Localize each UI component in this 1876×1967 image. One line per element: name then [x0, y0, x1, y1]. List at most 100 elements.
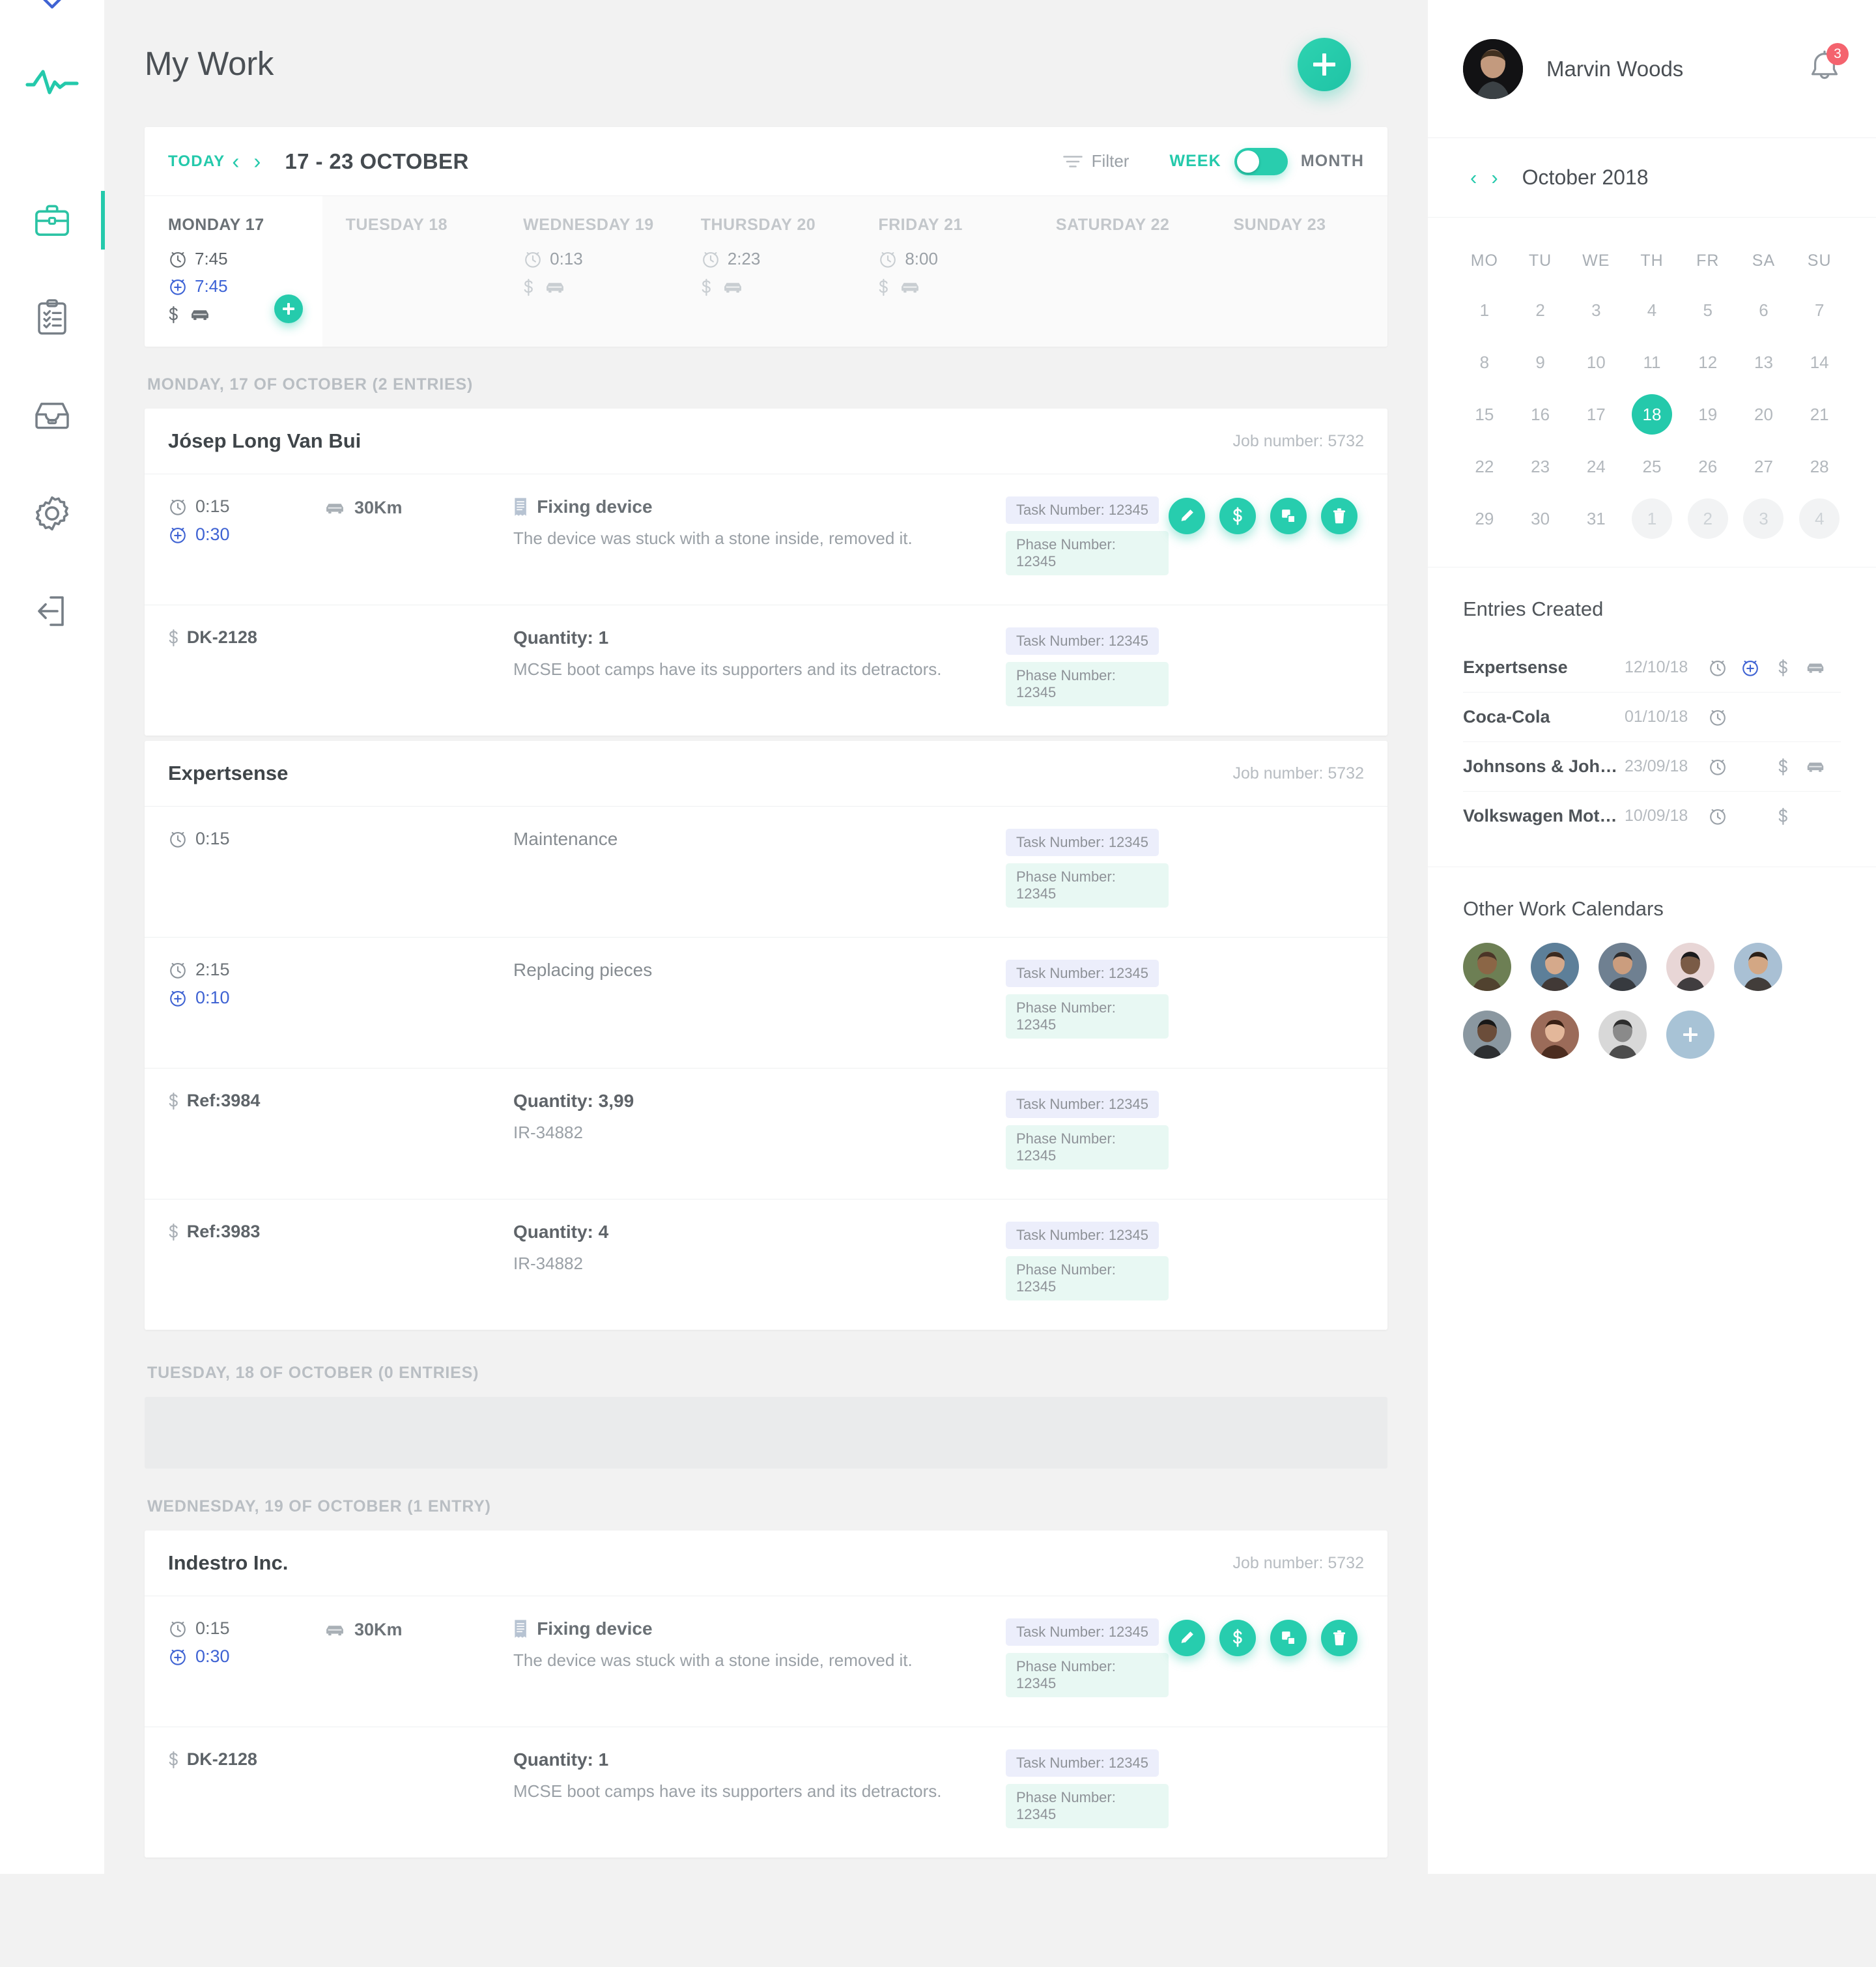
month-option[interactable]: MONTH: [1301, 152, 1364, 171]
entry-row[interactable]: Ref:3983 Quantity: 4 IR-34882 Task Number: …: [145, 1199, 1387, 1330]
calendar-day[interactable]: 3: [1743, 498, 1784, 539]
work-calendar-avatar[interactable]: [1463, 943, 1511, 991]
job-card-header: Expertsense Job number: 5732: [145, 741, 1387, 807]
trash-button[interactable]: [1321, 1620, 1357, 1656]
calendar-day[interactable]: 4: [1632, 290, 1672, 330]
calendar-day[interactable]: 4: [1799, 498, 1840, 539]
work-calendar-avatar[interactable]: [1734, 943, 1782, 991]
copy-button[interactable]: [1270, 1620, 1307, 1656]
calendar-day[interactable]: 13: [1743, 342, 1784, 382]
calendar-cell: 13: [1736, 336, 1792, 388]
filter-label: Filter: [1091, 151, 1130, 171]
calendar-day[interactable]: 12: [1688, 342, 1728, 382]
notifications-button[interactable]: 3: [1808, 43, 1849, 88]
dollar-button[interactable]: [1219, 498, 1256, 534]
entry-row[interactable]: Ref:3984 Quantity: 3,99 IR-34882 Task Numbe…: [145, 1069, 1387, 1199]
filter-button[interactable]: Filter: [1062, 151, 1130, 171]
entry-title: Maintenance: [513, 829, 618, 849]
entry-created-row[interactable]: Coca-Cola 01/10/18: [1463, 693, 1841, 742]
calendar-prev-button[interactable]: ‹: [1463, 166, 1484, 190]
calendar-day[interactable]: 5: [1688, 290, 1728, 330]
entry-created-row[interactable]: Expertsense 12/10/18: [1463, 643, 1841, 693]
calendar-day[interactable]: 18: [1632, 394, 1673, 435]
entry-created-row[interactable]: Volkswagen Motors 10/09/18: [1463, 792, 1841, 840]
entry-created-row[interactable]: Johnsons & Johns… 23/09/18: [1463, 742, 1841, 792]
entry-created-icons: [1708, 757, 1825, 777]
calendar-next-button[interactable]: ›: [1484, 166, 1505, 190]
entry-row[interactable]: 0:15 0:30 30Km Fixing device The device was …: [145, 474, 1387, 605]
week-day-add-button[interactable]: [274, 294, 303, 323]
week-day-cell[interactable]: TUESDAY 18: [322, 196, 500, 347]
calendar-day[interactable]: 20: [1743, 394, 1784, 435]
week-month-toggle[interactable]: [1234, 147, 1288, 175]
calendar-day[interactable]: 2: [1520, 290, 1561, 330]
calendar-day[interactable]: 7: [1799, 290, 1840, 330]
next-week-button[interactable]: ›: [246, 151, 268, 172]
calendar-day[interactable]: 3: [1576, 290, 1616, 330]
calendar-day[interactable]: 31: [1576, 498, 1616, 539]
entry-row[interactable]: 0:15 Maintenance Task Number: 12345 Phase N…: [145, 807, 1387, 938]
week-day-time: 7:45: [168, 249, 299, 269]
calendar-day[interactable]: 8: [1464, 342, 1505, 382]
week-day-cell[interactable]: WEDNESDAY 19 0:13: [500, 196, 677, 347]
calendar-dow-row: MO TU WE TH FR SA SU: [1457, 237, 1847, 284]
calendar-day[interactable]: 15: [1464, 394, 1505, 435]
week-day-cell[interactable]: SATURDAY 22: [1032, 196, 1210, 347]
calendar-day[interactable]: 22: [1464, 446, 1505, 487]
entry-row[interactable]: DK-2128 Quantity: 1 MCSE boot camps have i…: [145, 1727, 1387, 1858]
calendar-day[interactable]: 9: [1520, 342, 1561, 382]
week-day-cell[interactable]: THURSDAY 20 2:23: [677, 196, 855, 347]
sidebar-item-my-work[interactable]: [0, 171, 105, 269]
edit-button[interactable]: [1169, 1620, 1205, 1656]
calendar-day[interactable]: 27: [1743, 446, 1784, 487]
work-calendar-avatar[interactable]: [1599, 943, 1647, 991]
copy-button[interactable]: [1270, 498, 1307, 534]
calendar-day[interactable]: 17: [1576, 394, 1616, 435]
sidebar-item-settings[interactable]: [0, 465, 104, 562]
calendar-day[interactable]: 14: [1799, 342, 1840, 382]
calendar-dow: TH: [1640, 251, 1664, 270]
calendar-day[interactable]: 24: [1576, 446, 1616, 487]
sidebar-collapse-caret-icon[interactable]: [0, 0, 104, 21]
add-work-calendar-button[interactable]: [1666, 1011, 1714, 1059]
entry-row[interactable]: 0:15 0:30 30Km Fixing device The device was …: [145, 1596, 1387, 1727]
week-day-cell[interactable]: FRIDAY 21 8:00: [855, 196, 1032, 347]
calendar-day[interactable]: 11: [1632, 342, 1672, 382]
week-option[interactable]: WEEK: [1169, 152, 1221, 171]
calendar-day[interactable]: 25: [1632, 446, 1672, 487]
calendar-day[interactable]: 21: [1799, 394, 1840, 435]
sidebar-item-logout[interactable]: [0, 562, 104, 660]
work-calendar-avatar[interactable]: [1531, 943, 1579, 991]
dollar-button[interactable]: [1219, 1620, 1256, 1656]
work-calendar-avatar[interactable]: [1599, 1011, 1647, 1059]
week-day-cell[interactable]: MONDAY 17 7:45 7:45: [145, 196, 322, 347]
work-calendar-avatar[interactable]: [1666, 943, 1714, 991]
calendar-day[interactable]: 26: [1688, 446, 1728, 487]
entry-row[interactable]: DK-2128 Quantity: 1 MCSE boot camps have i…: [145, 605, 1387, 736]
add-entry-button[interactable]: [1298, 38, 1351, 91]
calendar-day[interactable]: 1: [1464, 290, 1505, 330]
calendar-day[interactable]: 30: [1520, 498, 1561, 539]
calendar-cell: 3: [1736, 493, 1792, 545]
sidebar-item-archive[interactable]: [0, 367, 104, 465]
calendar-day[interactable]: 2: [1687, 498, 1728, 539]
calendar-day[interactable]: 6: [1743, 290, 1784, 330]
calendar-day[interactable]: 23: [1520, 446, 1561, 487]
calendar-day[interactable]: 28: [1799, 446, 1840, 487]
calendar-day[interactable]: 19: [1688, 394, 1728, 435]
edit-button[interactable]: [1169, 498, 1205, 534]
sidebar-item-tasks[interactable]: [0, 269, 104, 367]
trash-button[interactable]: [1321, 498, 1357, 534]
entry-quantity: Quantity: 3,99: [513, 1091, 634, 1111]
calendar-day[interactable]: 10: [1576, 342, 1616, 382]
work-calendar-avatar[interactable]: [1531, 1011, 1579, 1059]
week-day-cell[interactable]: SUNDAY 23: [1210, 196, 1387, 347]
entry-row[interactable]: 2:15 0:10 Replacing pieces Task Number: 123…: [145, 938, 1387, 1069]
calendar-day[interactable]: 29: [1464, 498, 1505, 539]
work-calendar-avatar[interactable]: [1463, 1011, 1511, 1059]
avatar[interactable]: [1463, 38, 1523, 99]
today-button[interactable]: TODAY: [168, 152, 225, 171]
calendar-day[interactable]: 1: [1632, 498, 1673, 539]
calendar-day[interactable]: 16: [1520, 394, 1561, 435]
prev-week-button[interactable]: ‹: [225, 151, 246, 172]
